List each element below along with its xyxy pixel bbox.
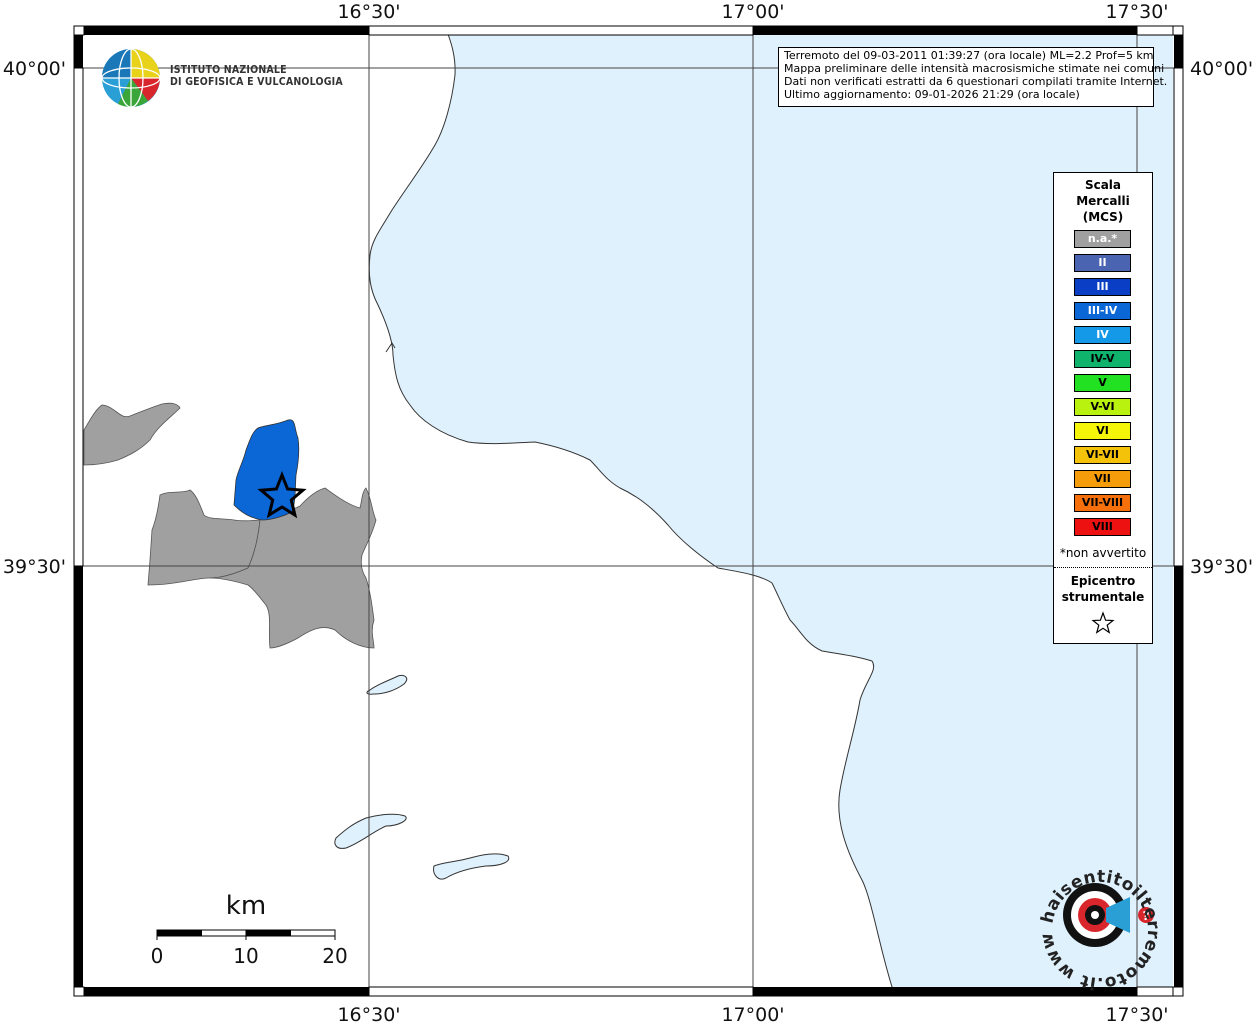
legend-swatch-vii-viii: VII-VIII — [1074, 494, 1131, 512]
municipality-na-1 — [83, 402, 181, 466]
legend-swatch-v: V — [1074, 374, 1131, 392]
legend-swatch-iv-v: IV-V — [1074, 350, 1131, 368]
info-line-1: Terremoto del 09-03-2011 01:39:27 (ora l… — [784, 49, 1154, 62]
lake-2 — [334, 813, 407, 849]
municipality-intensity-III-IV — [233, 419, 300, 521]
legend-star-icon — [1091, 611, 1115, 634]
institute-name: ISTITUTO NAZIONALE DI GEOFISICA E VULCAN… — [170, 64, 343, 88]
scale-label-10: 10 — [233, 944, 258, 968]
scale-unit: km — [226, 891, 266, 921]
top-tick-2: 17°00' — [721, 1, 784, 23]
bottom-tick-3: 17°30' — [1105, 1004, 1168, 1024]
ingv-globe-icon — [101, 48, 161, 108]
lake-3 — [433, 853, 510, 880]
legend-swatch-vii: VII — [1074, 470, 1131, 488]
info-line-4: Ultimo aggiornamento: 09-01-2026 21:29 (… — [784, 88, 1080, 101]
legend-swatch-v-vi: V-VI — [1074, 398, 1131, 416]
bottom-tick-2: 17°00' — [721, 1004, 784, 1024]
legend-swatch-na: n.a.* — [1074, 230, 1131, 248]
lake-1 — [366, 675, 408, 695]
institute-line-2: DI GEOFISICA E VULCANOLOGIA — [170, 76, 343, 88]
scale-label-20: 20 — [322, 944, 347, 968]
bottom-tick-1: 16°30' — [337, 1004, 400, 1024]
legend-swatch-viii: VIII — [1074, 518, 1131, 536]
legend-title-3: (MCS) — [1082, 210, 1124, 224]
legend-epicenter-label: Epicentro strumentale — [1054, 573, 1152, 605]
event-info-box: Terremoto del 09-03-2011 01:39:27 (ora l… — [778, 47, 1168, 107]
legend-title-2: Mercalli — [1076, 194, 1130, 208]
legend-swatch-ii: II — [1074, 254, 1131, 272]
legend-epicenter-line-2: strumentale — [1061, 590, 1145, 604]
legend-title: Scala Mercalli (MCS) — [1054, 177, 1152, 225]
left-tick-2: 39°30' — [3, 556, 66, 578]
legend-swatch-vi: VI — [1074, 422, 1131, 440]
legend-swatch-vi-vii: VI-VII — [1074, 446, 1131, 464]
scale-label-0: 0 — [151, 944, 164, 968]
top-tick-1: 16°30' — [337, 1, 400, 23]
legend-epicenter-line-1: Epicentro — [1070, 574, 1136, 588]
institute-line-1: ISTITUTO NAZIONALE — [170, 64, 287, 76]
scale-bar — [156, 929, 336, 940]
legend-separator — [1054, 567, 1152, 568]
legend-swatch-iii: III — [1074, 278, 1131, 296]
left-tick-1: 40°00' — [3, 58, 66, 80]
right-tick-1: 40°00' — [1190, 58, 1253, 80]
intensity-legend: Scala Mercalli (MCS) n.a.* II III III-IV IV I… — [1053, 172, 1153, 644]
legend-swatch-iii-iv: III-IV — [1074, 302, 1131, 320]
legend-note: *non avvertito — [1059, 546, 1147, 560]
info-line-3: Dati non verificati estratti da 6 questi… — [784, 75, 1168, 88]
legend-swatch-iv: IV — [1074, 326, 1131, 344]
legend-title-1: Scala — [1084, 178, 1122, 192]
info-line-2: Mappa preliminare delle intensità macros… — [784, 62, 1165, 75]
top-tick-3: 17°30' — [1105, 1, 1168, 23]
right-tick-2: 39°30' — [1190, 556, 1253, 578]
